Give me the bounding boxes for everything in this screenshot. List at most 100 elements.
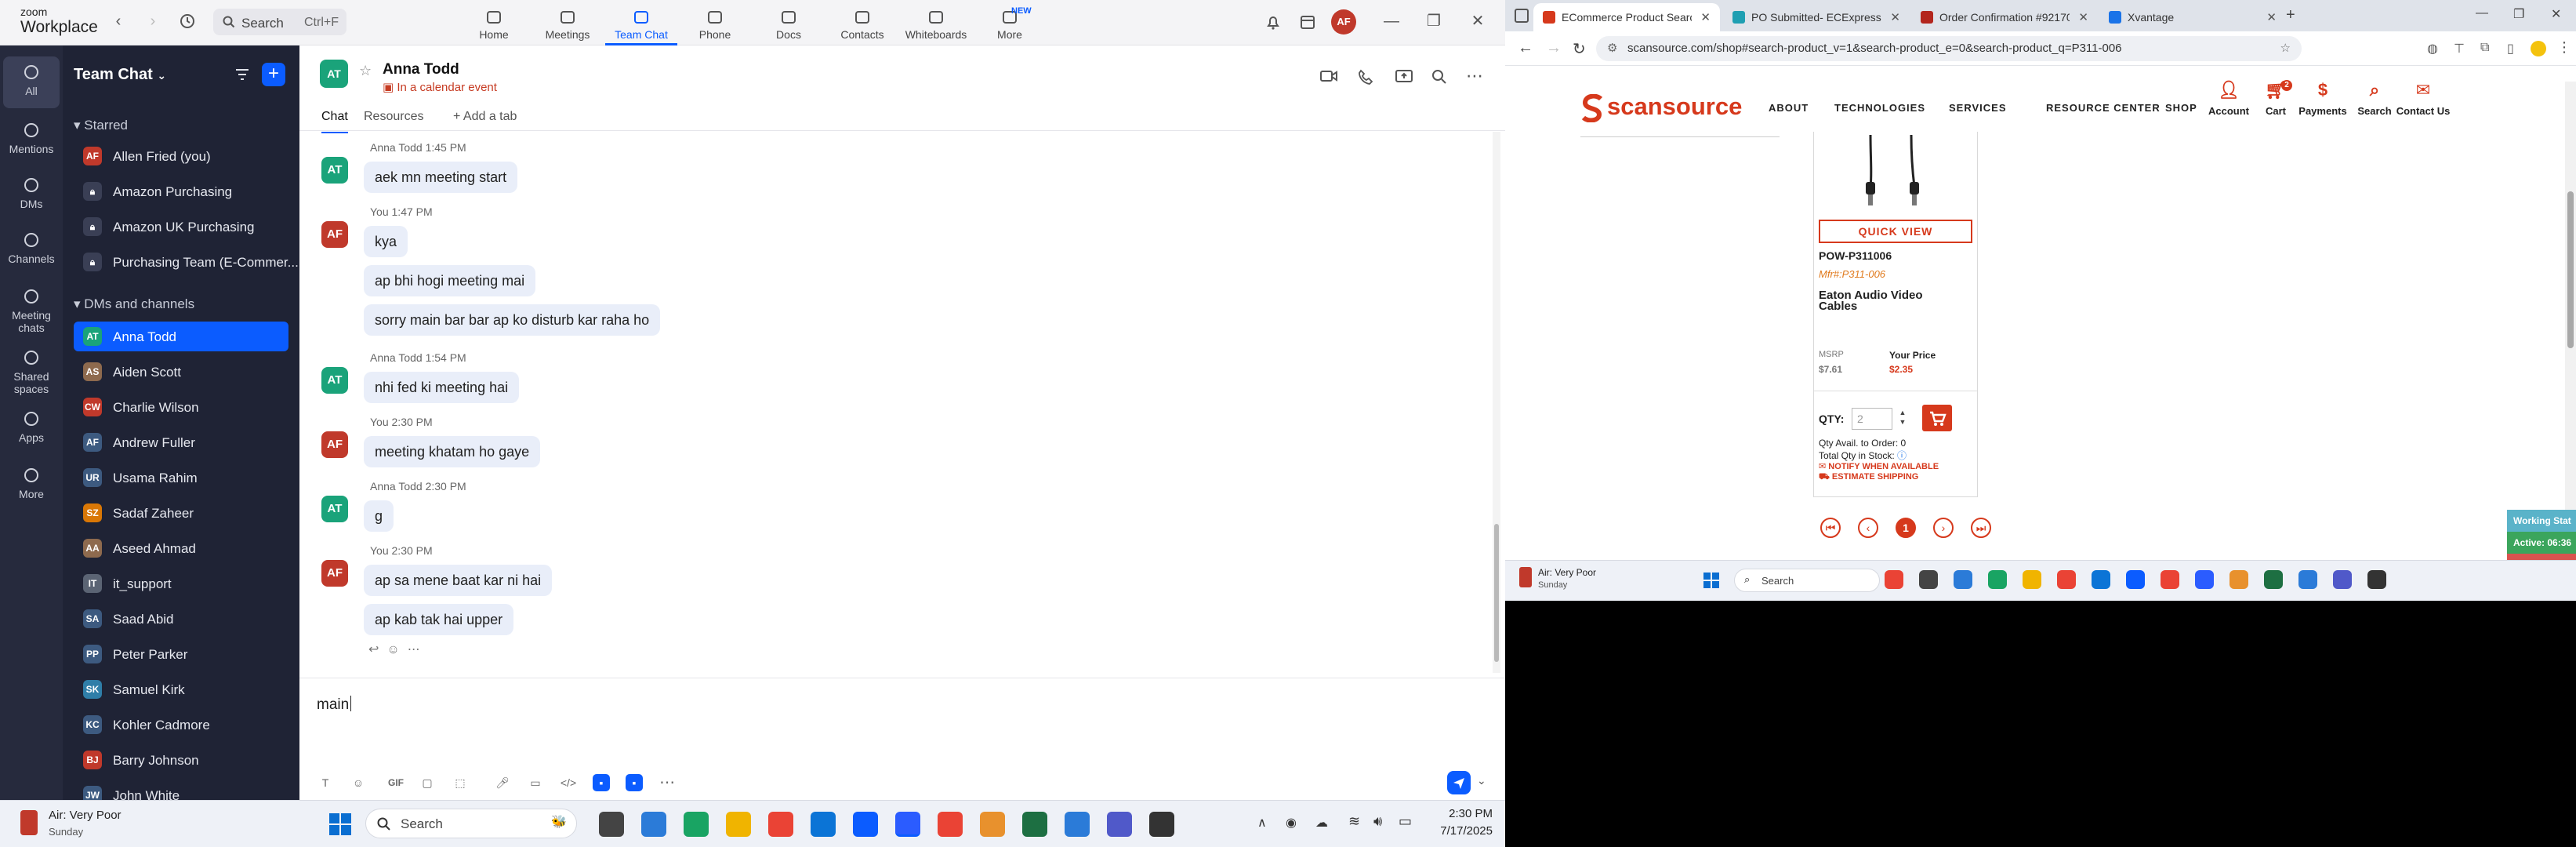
chrome-icon-2[interactable]: [980, 812, 1005, 837]
send-button[interactable]: [1447, 771, 1471, 794]
dm-item[interactable]: SK Samuel Kirk: [74, 674, 288, 704]
dm-item[interactable]: PP Peter Parker: [74, 639, 288, 669]
page-scrollbar[interactable]: [2565, 82, 2576, 519]
calendar-icon[interactable]: [1298, 13, 1317, 31]
prev-page-button[interactable]: ‹: [1858, 518, 1878, 538]
chat-contact-name[interactable]: Anna Todd: [383, 61, 459, 78]
rail-apps[interactable]: Apps: [3, 403, 60, 455]
bell-icon[interactable]: [1264, 13, 1283, 31]
app-icon-2[interactable]: ▪: [626, 774, 643, 791]
chrome-icon-r3[interactable]: [2161, 570, 2179, 589]
sticky-icon-r[interactable]: [2367, 570, 2386, 589]
file-explorer-icon[interactable]: [599, 812, 624, 837]
message-avatar[interactable]: AF: [321, 431, 348, 458]
split-view-icon[interactable]: ▯: [2507, 41, 2514, 56]
chat-scrollbar[interactable]: [1493, 132, 1500, 673]
weather-label-2[interactable]: Air: Very Poor: [1538, 567, 1596, 578]
video-message-icon[interactable]: ▭: [527, 774, 544, 791]
scansource-logo[interactable]: scansource: [1607, 93, 1742, 121]
site-nav-resource-center[interactable]: RESOURCE CENTER: [2046, 102, 2161, 114]
current-page[interactable]: 1: [1896, 518, 1916, 538]
dm-item[interactable]: CW Charlie Wilson: [74, 392, 288, 422]
message-composer[interactable]: main T ☺ GIF ▢ ⬚ 🎤︎ ▭ </> ▪ ▪ ⋯ ⌄: [299, 678, 1505, 800]
tray-app-icon[interactable]: ◉: [1286, 815, 1297, 831]
browser-tab[interactable]: PO Submitted- ECExpress - TD ✕: [1723, 3, 1910, 31]
dm-item[interactable]: BJ Barry Johnson: [74, 745, 288, 775]
starred-section-header[interactable]: ▾ Starred: [74, 118, 128, 133]
text-format-icon[interactable]: T: [317, 774, 334, 791]
send-options-icon[interactable]: ⌄: [1477, 774, 1486, 787]
chrome-icon[interactable]: [768, 812, 793, 837]
info-icon[interactable]: ⓘ: [1897, 450, 1907, 461]
dm-item[interactable]: SZ Sadaf Zaheer: [74, 498, 288, 528]
dm-item[interactable]: IT it_support: [74, 569, 288, 598]
folder-icon-r[interactable]: [2023, 570, 2041, 589]
sticky-icon[interactable]: [1149, 812, 1174, 837]
star-icon[interactable]: ☆: [359, 63, 372, 79]
dm-item[interactable]: SA Saad Abid: [74, 604, 288, 634]
message-avatar[interactable]: AF: [321, 560, 348, 587]
product-sku[interactable]: POW-P311006: [1819, 249, 1892, 262]
dm-item[interactable]: AT Anna Todd: [74, 322, 288, 351]
add-to-cart-button[interactable]: [1922, 405, 1952, 431]
search-input[interactable]: Search Ctrl+F: [213, 9, 346, 35]
browser-forward-icon[interactable]: →: [1546, 39, 1562, 57]
calculator-icon-r[interactable]: [1988, 570, 2007, 589]
chat-more-icon[interactable]: ⋯: [1466, 66, 1483, 86]
video-call-icon[interactable]: [1320, 69, 1337, 83]
tab-contacts[interactable]: Contacts: [826, 5, 898, 44]
rail-all[interactable]: All: [3, 56, 60, 108]
url-field[interactable]: ⚙ scansource.com/shop#search-product_v=1…: [1596, 36, 2302, 61]
teams-icon-r[interactable]: [2333, 570, 2352, 589]
tab-phone[interactable]: Phone: [679, 5, 751, 44]
bookmark-star-icon[interactable]: ☆: [2280, 36, 2291, 61]
browser-menu-icon[interactable]: ⋮: [2557, 39, 2571, 56]
util-payments[interactable]: $ Payments: [2295, 80, 2350, 117]
rail-more[interactable]: More: [3, 460, 60, 511]
site-nav-services[interactable]: SERVICES: [1949, 102, 2007, 114]
chrome-profile-icon[interactable]: [938, 812, 963, 837]
edge-icon[interactable]: [811, 812, 836, 837]
phone-call-icon[interactable]: [1358, 69, 1373, 85]
file-icon[interactable]: ▢: [419, 774, 436, 791]
last-page-button[interactable]: ⏭: [1971, 518, 1991, 538]
first-page-button[interactable]: ⏮: [1820, 518, 1841, 538]
browser-tab[interactable]: ECommerce Product Search ✕: [1533, 3, 1720, 31]
message-avatar[interactable]: AF: [321, 221, 348, 248]
chrome-icon-r[interactable]: [1885, 570, 1903, 589]
extensions-icon[interactable]: ⧉: [2480, 41, 2489, 55]
wifi-icon[interactable]: ≋: [1348, 813, 1360, 830]
reply-icon[interactable]: ↩: [368, 643, 386, 656]
chrome-icon-r4[interactable]: [2230, 570, 2248, 589]
app-icon-1[interactable]: ▪: [593, 774, 610, 791]
tray-cloud-icon[interactable]: ☁: [1315, 815, 1328, 831]
new-chat-button[interactable]: +: [262, 63, 285, 86]
chat-tab[interactable]: Resources: [364, 110, 423, 124]
zoom-app-icon-r[interactable]: [2126, 570, 2145, 589]
chrome-icon-r2[interactable]: [2057, 570, 2076, 589]
windows-start-icon[interactable]: [328, 812, 353, 837]
tab-close-icon[interactable]: ✕: [1890, 10, 1900, 24]
qty-input[interactable]: 2: [1852, 408, 1892, 430]
minimize-icon[interactable]: —: [1383, 13, 1400, 30]
message-avatar[interactable]: AT: [321, 157, 348, 184]
tab-close-icon[interactable]: ✕: [1700, 10, 1711, 24]
browser-restore-icon[interactable]: ❐: [2513, 6, 2524, 22]
user-avatar[interactable]: AF: [1331, 9, 1356, 35]
tab-close-icon[interactable]: ✕: [2266, 10, 2277, 24]
history-icon[interactable]: [179, 13, 196, 30]
close-icon[interactable]: ✕: [1469, 13, 1486, 30]
edge-icon-r[interactable]: [2092, 570, 2110, 589]
message-bubble[interactable]: kya: [364, 226, 408, 257]
browser-back-icon[interactable]: ←: [1518, 39, 1533, 57]
message-bubble[interactable]: aek mn meeting start: [364, 162, 518, 193]
taskbar-search[interactable]: Search 🐝: [365, 809, 577, 838]
clock-time[interactable]: 2:30 PM: [1435, 807, 1493, 820]
clock-date[interactable]: 7/17/2025: [1427, 824, 1493, 838]
tab-team-chat[interactable]: Team Chat: [605, 5, 677, 45]
taskbar-search-2[interactable]: ⌕ Search: [1734, 569, 1880, 592]
message-more-icon[interactable]: ⋯: [408, 643, 428, 656]
site-nav-about[interactable]: ABOUT: [1769, 102, 1809, 114]
starred-item[interactable]: 🔒︎ Purchasing Team (E-Commer...: [74, 247, 299, 277]
message-avatar[interactable]: AT: [321, 367, 348, 394]
